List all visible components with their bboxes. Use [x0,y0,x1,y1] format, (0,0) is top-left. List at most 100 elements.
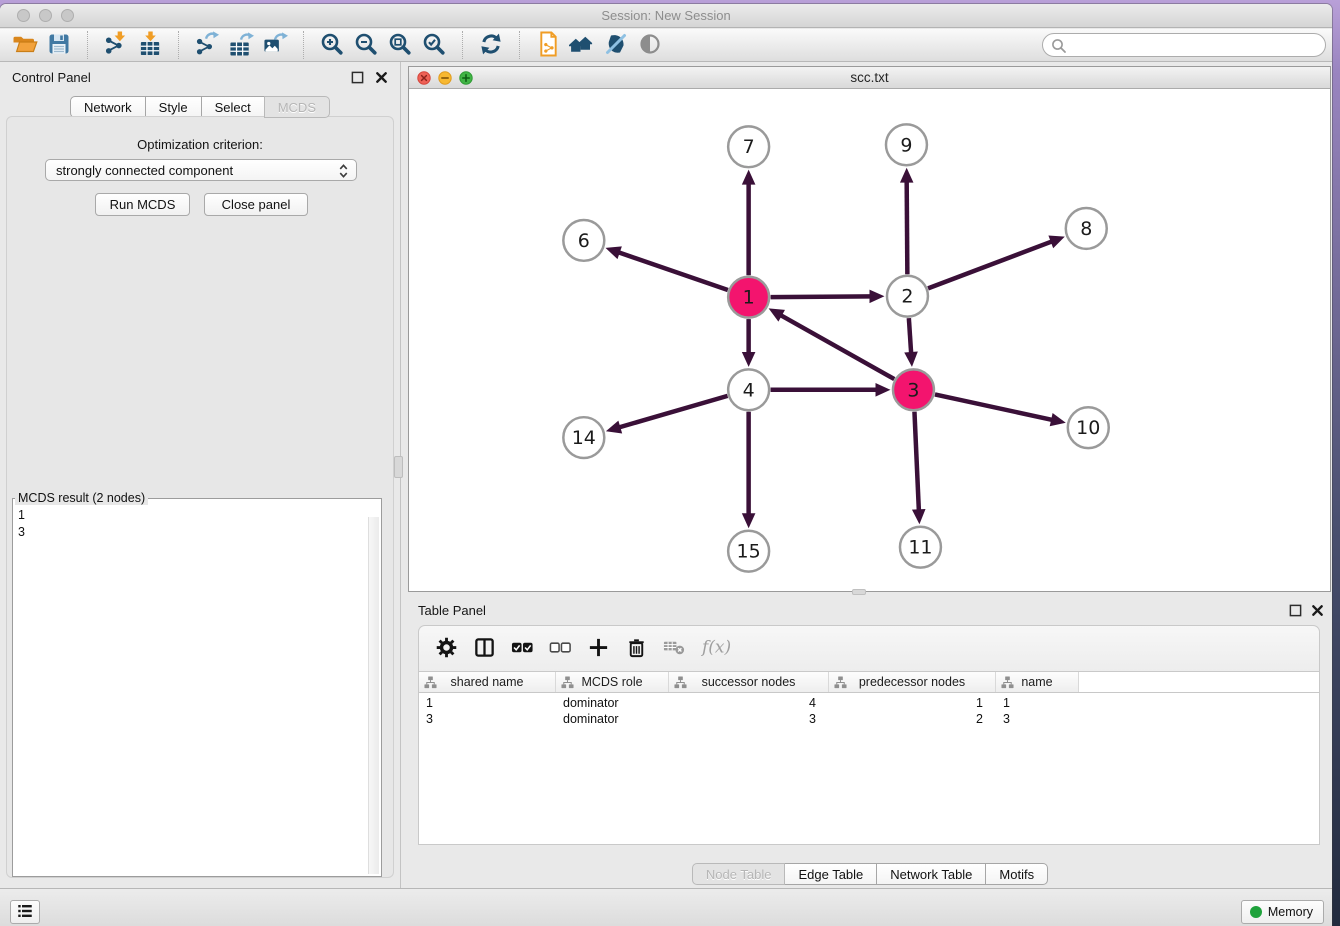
cell-predecessor-nodes[interactable]: 2 [829,711,996,727]
edge-3-10[interactable] [935,394,1066,426]
edge-3-1[interactable] [769,308,895,379]
zoom-in-button[interactable] [315,30,349,60]
cell-name[interactable]: 1 [996,695,1079,711]
network-frame-titlebar[interactable]: scc.txt [409,67,1330,89]
apply-layout-button[interactable] [474,30,508,60]
cell-successor-nodes[interactable]: 3 [669,711,829,727]
column-header-MCDS-role[interactable]: MCDS role [556,672,669,692]
node-3[interactable]: 3 [893,369,934,410]
edge-1-7[interactable] [742,170,756,276]
zoom-fit-button[interactable] [383,30,417,60]
table-tab-motifs[interactable]: Motifs [985,863,1048,885]
window-close-button[interactable] [17,9,30,22]
reset-view-button[interactable] [565,30,599,60]
node-8[interactable]: 8 [1066,208,1107,249]
network-canvas[interactable]: 7 9 6 8 1 2 4 3 14 10 15 11 [409,90,1330,590]
export-network-button[interactable] [190,30,224,60]
delete-columns-button[interactable] [621,631,651,667]
frame-close-button[interactable] [417,71,431,90]
table-tab-network-table[interactable]: Network Table [876,863,986,885]
edge-4-3[interactable] [771,383,891,397]
run-mcds-button[interactable]: Run MCDS [95,193,190,216]
edge-2-3[interactable] [904,318,918,367]
edge-4-15[interactable] [742,412,756,529]
node-4[interactable]: 4 [728,369,769,410]
save-session-button[interactable] [42,30,76,60]
memory-button[interactable]: Memory [1241,900,1324,924]
cell-shared-name[interactable]: 3 [419,711,556,727]
edge-1-4[interactable] [742,319,756,367]
mcds-result-box: MCDS result (2 nodes) 13 [12,491,382,877]
table-panel-float-button[interactable] [1289,604,1302,622]
cell-shared-name[interactable]: 1 [419,695,556,711]
control-panel-tab-network[interactable]: Network [70,96,146,118]
window-zoom-button[interactable] [61,9,74,22]
import-table-button[interactable] [133,30,167,60]
column-header-successor-nodes[interactable]: successor nodes [669,672,829,692]
edge-3-11[interactable] [912,412,926,525]
control-panel-tab-style[interactable]: Style [145,96,202,118]
unselect-all-columns-button[interactable] [545,631,575,667]
svg-text:4: 4 [743,379,755,401]
window-minimize-button[interactable] [39,9,52,22]
show-column-panel-button[interactable] [469,631,499,667]
node-15[interactable]: 15 [728,531,769,572]
column-header-shared-name[interactable]: shared name [419,672,556,692]
save-icon [47,32,71,59]
select-all-columns-button[interactable] [507,631,537,667]
panel-splitter-handle[interactable] [394,456,403,478]
ui-settings-button[interactable] [10,900,40,924]
hide-graphics-details-button[interactable] [599,30,633,60]
import-network-button[interactable] [99,30,133,60]
frame-resize-handle[interactable] [852,589,866,595]
table-settings-button[interactable] [431,631,461,667]
table-row[interactable]: 3dominator323 [419,711,1319,727]
node-14[interactable]: 14 [563,417,604,458]
close-panel-button[interactable]: Close panel [204,193,308,216]
node-2[interactable]: 2 [887,276,928,317]
node-9[interactable]: 9 [886,124,927,165]
table-panel-close-button[interactable] [1311,604,1324,622]
zoom-out-button[interactable] [349,30,383,60]
search-input[interactable] [1069,35,1319,55]
edge-2-8[interactable] [928,236,1065,289]
table-row[interactable]: 1dominator411 [419,695,1319,711]
result-scrollbar[interactable] [368,517,379,874]
edge-1-2[interactable] [771,290,885,304]
zoom-selected-button[interactable] [417,30,451,60]
node-10[interactable]: 10 [1068,407,1109,448]
control-panel-close-button[interactable] [375,71,388,89]
node-11[interactable]: 11 [900,527,941,568]
cell-predecessor-nodes[interactable]: 1 [829,695,996,711]
column-header-name[interactable]: name [996,672,1079,692]
open-session-button[interactable] [8,30,42,60]
search-field[interactable] [1042,33,1326,57]
frame-minimize-button[interactable] [438,71,452,90]
cell-successor-nodes[interactable]: 4 [669,695,829,711]
network-from-selection-button[interactable] [531,30,565,60]
window-titlebar[interactable]: Session: New Session [0,4,1332,28]
control-panel-tab-mcds[interactable]: MCDS [264,96,330,118]
create-new-column-button[interactable] [583,631,613,667]
edge-2-9[interactable] [900,168,913,275]
table-tab-node-table[interactable]: Node Table [692,863,786,885]
tree-icon [1001,676,1014,692]
frame-maximize-button[interactable] [459,71,473,90]
export-image-button[interactable] [258,30,292,60]
toggle-graphics-details-button[interactable] [633,30,667,60]
table-tab-edge-table[interactable]: Edge Table [784,863,877,885]
edge-4-14[interactable] [606,396,728,434]
edge-1-6[interactable] [605,246,727,290]
zoom-out-icon [354,32,378,59]
cell-name[interactable]: 3 [996,711,1079,727]
cell-MCDS-role[interactable]: dominator [556,711,669,727]
column-header-predecessor-nodes[interactable]: predecessor nodes [829,672,996,692]
node-7[interactable]: 7 [728,126,769,167]
node-6[interactable]: 6 [563,220,604,261]
criterion-select[interactable]: strongly connected component [45,159,357,181]
node-1[interactable]: 1 [728,277,769,318]
control-panel-float-button[interactable] [351,71,364,89]
control-panel-tab-select[interactable]: Select [201,96,265,118]
cell-MCDS-role[interactable]: dominator [556,695,669,711]
export-table-button[interactable] [224,30,258,60]
